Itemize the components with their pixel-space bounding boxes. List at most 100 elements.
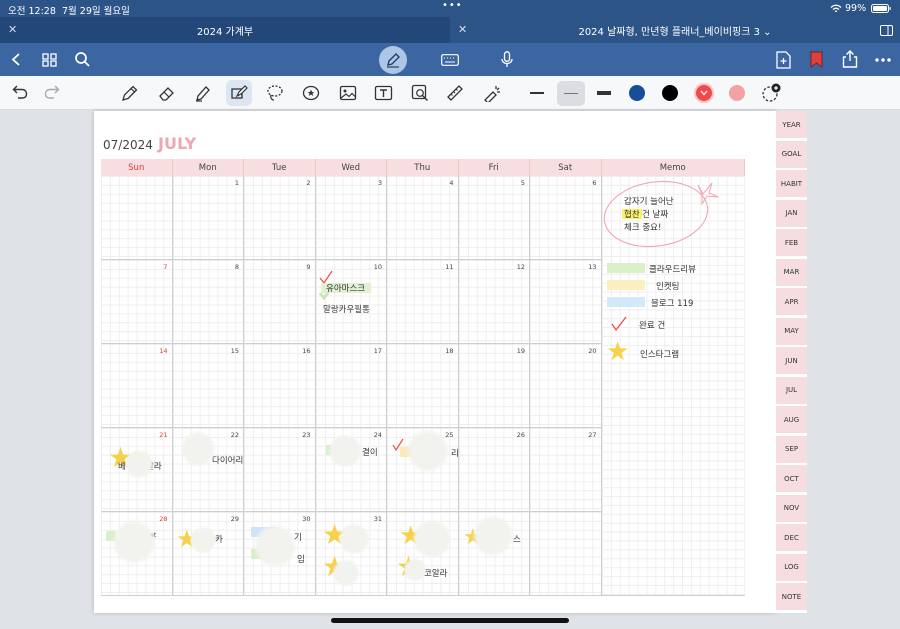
day-number: 1	[234, 179, 239, 187]
side-tab-year[interactable]: YEAR	[776, 111, 807, 139]
close-tab-icon[interactable]: ✕	[458, 23, 467, 36]
day-number: 18	[445, 347, 454, 355]
side-tab-oct[interactable]: OCT	[776, 465, 807, 493]
lasso-icon[interactable]	[266, 84, 284, 102]
side-tab-feb[interactable]: FEB	[776, 229, 807, 257]
tab-budget[interactable]: ✕ 2024 가계부	[0, 17, 450, 43]
day-number: 20	[588, 347, 597, 355]
keyboard-icon[interactable]	[441, 54, 459, 66]
day-cell[interactable]: 23	[244, 428, 316, 512]
microphone-icon[interactable]	[501, 51, 513, 68]
laser-pointer-icon[interactable]	[482, 84, 502, 102]
privacy-blur	[338, 523, 370, 555]
privacy-blur	[190, 525, 216, 555]
side-tab-apr[interactable]: APR	[776, 288, 807, 316]
day-number: 21	[159, 431, 168, 439]
day-number: 7	[163, 263, 168, 271]
day-cell[interactable]: 9	[244, 260, 316, 344]
day-number: 6	[592, 179, 597, 187]
privacy-blur	[124, 449, 154, 479]
pen-tool-icon[interactable]	[121, 84, 139, 102]
day-cell[interactable]: 13	[530, 260, 602, 344]
planner-page[interactable]: 07/2024 JULY Sun Mon Tue Wed Thu Fri Sat…	[94, 111, 776, 613]
day-number: 30	[302, 515, 311, 523]
day-cell[interactable]: 19	[458, 344, 530, 428]
day-cell[interactable]: 12	[458, 260, 530, 344]
day-cell[interactable]: 6	[530, 176, 602, 260]
day-cell[interactable]: 16	[244, 344, 316, 428]
home-indicator[interactable]	[331, 618, 569, 623]
bookmark-icon[interactable]	[810, 51, 823, 68]
day-number: 10	[373, 263, 382, 271]
navigation-bar	[0, 43, 900, 76]
header-thu: Thu	[387, 159, 459, 176]
color-black-swatch[interactable]	[662, 85, 678, 101]
privacy-blur	[326, 435, 364, 467]
day-cell[interactable]: 7	[101, 260, 173, 344]
day-cell[interactable]: 14	[101, 344, 173, 428]
day-cell[interactable]: 3	[315, 176, 387, 260]
sticker-icon[interactable]	[302, 84, 320, 102]
day-number: 15	[230, 347, 239, 355]
search-icon[interactable]	[74, 51, 91, 68]
side-tab-jun[interactable]: JUN	[776, 347, 807, 375]
split-view-icon[interactable]	[880, 25, 893, 36]
back-icon[interactable]	[10, 52, 22, 67]
side-tab-dec[interactable]: DEC	[776, 524, 807, 552]
day-cell[interactable]: 8	[172, 260, 244, 344]
eraser-icon[interactable]	[158, 84, 176, 102]
zoom-box-icon[interactable]	[411, 84, 429, 102]
day-cell[interactable]: 2	[244, 176, 316, 260]
side-tab-aug[interactable]: AUG	[776, 406, 807, 434]
color-pink-swatch[interactable]	[729, 85, 745, 101]
color-red-swatch-selected[interactable]	[694, 83, 714, 103]
stroke-medium-option[interactable]	[557, 81, 585, 106]
side-tab-goal[interactable]: GOAL	[776, 140, 807, 169]
day-cell[interactable]: 27	[530, 428, 602, 512]
undo-icon[interactable]	[12, 85, 28, 99]
color-blue-swatch[interactable]	[629, 85, 645, 101]
day-cell[interactable]: 20	[530, 344, 602, 428]
side-tab-may[interactable]: MAY	[776, 317, 807, 346]
day-number: 25	[445, 431, 454, 439]
text-box-icon[interactable]	[374, 84, 393, 102]
day-cell[interactable]	[530, 512, 602, 596]
close-tab-icon[interactable]: ✕	[8, 23, 17, 36]
day-cell[interactable]: 15	[172, 344, 244, 428]
shape-tool-button[interactable]	[226, 80, 252, 106]
side-tab-nov[interactable]: NOV	[776, 494, 807, 523]
day-number: 8	[234, 263, 239, 271]
pen-mode-button[interactable]	[379, 46, 407, 74]
side-tab-habit[interactable]: HABIT	[776, 170, 807, 198]
side-tab-mar[interactable]: MAR	[776, 258, 807, 287]
side-tab-sep[interactable]: SEP	[776, 435, 807, 464]
image-icon[interactable]	[339, 84, 357, 102]
day-cell[interactable]: 18	[387, 344, 459, 428]
day-cell[interactable]: 26	[458, 428, 530, 512]
day-cell[interactable]: 11	[387, 260, 459, 344]
document-tab-bar: ✕ 2024 가계부 ✕ 2024 날짜형, 만년형 플래너_베이비핑크 3 ⌄	[0, 17, 900, 43]
add-page-icon[interactable]	[776, 51, 791, 69]
redo-icon[interactable]	[44, 85, 60, 99]
day-cell[interactable]: 17	[315, 344, 387, 428]
side-tab-note[interactable]: NOTE	[776, 583, 807, 611]
day-cell[interactable]: 1	[172, 176, 244, 260]
side-tab-jul[interactable]: JUL	[776, 376, 807, 405]
side-tab-jan[interactable]: JAN	[776, 199, 807, 228]
day-number: 9	[306, 263, 311, 271]
grid-icon[interactable]	[42, 53, 57, 67]
more-icon[interactable]	[875, 58, 891, 62]
day-cell[interactable]: 5	[458, 176, 530, 260]
handwritten-note: 임	[297, 555, 305, 565]
stroke-thin-option[interactable]	[530, 92, 544, 94]
day-cell[interactable]: 4	[387, 176, 459, 260]
ruler-icon[interactable]	[446, 84, 464, 102]
add-color-icon[interactable]	[761, 83, 781, 103]
side-tab-log[interactable]: LOG	[776, 553, 807, 582]
multitask-dots-icon[interactable]: •••	[442, 0, 463, 11]
share-icon[interactable]	[842, 50, 858, 68]
stroke-thick-option[interactable]	[597, 91, 611, 95]
tab-planner[interactable]: ✕ 2024 날짜형, 만년형 플래너_베이비핑크 3 ⌄	[450, 17, 900, 43]
highlighter-icon[interactable]	[194, 84, 212, 102]
day-cell[interactable]	[101, 176, 173, 260]
